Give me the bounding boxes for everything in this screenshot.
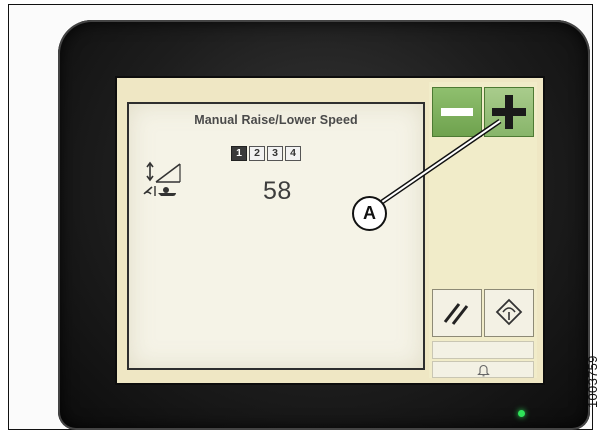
power-indicator-led [518,410,525,417]
figure-id: 1003759 [585,355,600,408]
minus-icon [441,108,473,116]
speed-option-2[interactable]: 2 [249,146,265,161]
speed-option-1[interactable]: 1 [231,146,247,161]
float-slash-icon [443,303,469,325]
decrease-button[interactable] [432,87,482,137]
alert-bell-icon [477,364,490,377]
header-height-angle-icon [143,161,181,196]
side-button-column [429,82,537,378]
header-tilt-button[interactable] [484,289,534,337]
header-tilt-icon [495,298,523,326]
alert-softkey[interactable] [432,361,534,378]
settings-panel: Manual Raise/Lower Speed 1 2 3 4 58 [127,102,425,370]
lower-softkey[interactable] [432,341,534,359]
speed-value: 58 [263,177,292,205]
float-button[interactable] [432,289,482,337]
plus-icon [492,95,526,129]
speed-selector: 1 2 3 4 [231,146,301,161]
speed-option-3[interactable]: 3 [267,146,283,161]
display-screen: Manual Raise/Lower Speed 1 2 3 4 58 [117,78,543,383]
page-title: Manual Raise/Lower Speed [194,113,358,127]
callout-label: A [352,196,387,231]
increase-button[interactable] [484,87,534,137]
speed-option-4[interactable]: 4 [285,146,301,161]
